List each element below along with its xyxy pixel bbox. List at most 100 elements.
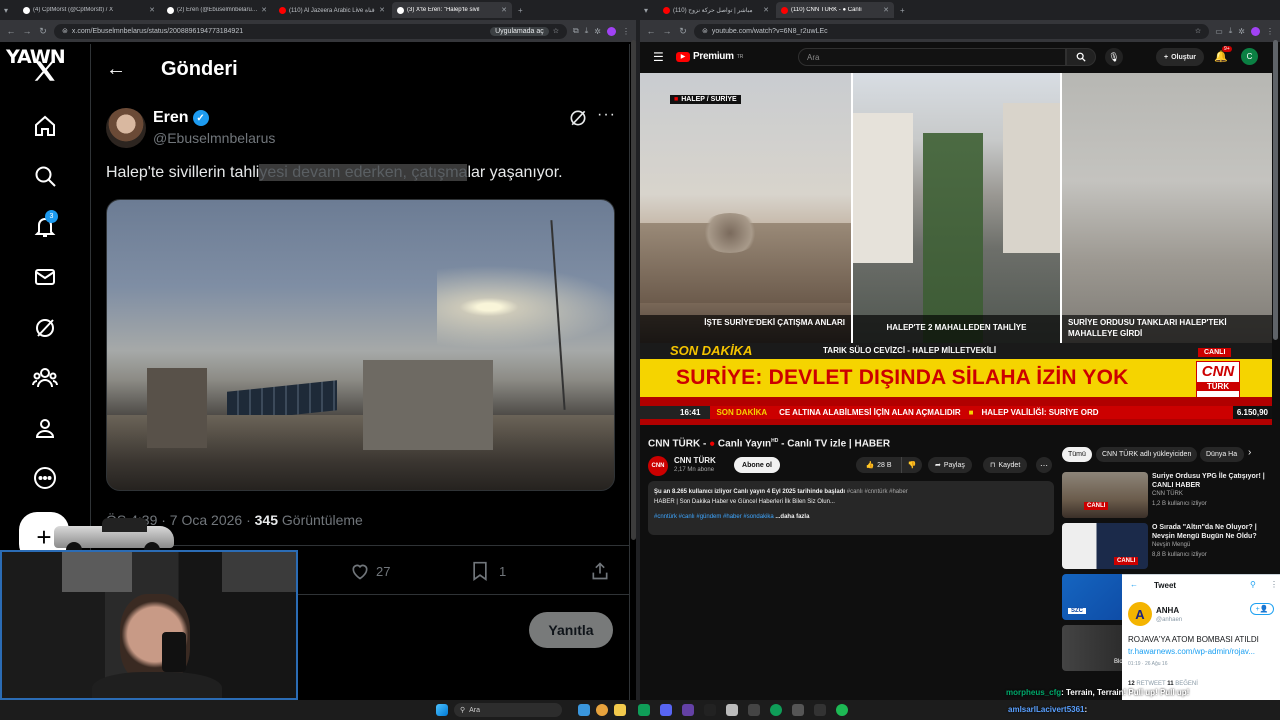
home-icon[interactable] [30,111,60,141]
search-icon[interactable] [30,161,60,191]
tweet-link[interactable]: tr.hawarnews.com/wp-admin/rojav... [1128,647,1255,656]
follow-button[interactable]: +👤 [1250,603,1274,615]
voice-search-icon[interactable]: 🎙 [1105,48,1123,66]
subscribe-button[interactable]: Abone ol [734,457,780,473]
more-options-icon[interactable]: ⋮ [1270,580,1278,589]
dislike-button[interactable]: 👎 [902,457,922,473]
download-icon[interactable]: ⤓ [585,26,589,36]
tab-search-icon[interactable]: ▾ [644,6,656,15]
reload-icon[interactable]: ↻ [678,26,688,37]
chip-all[interactable]: Tümü [1062,447,1092,462]
right-scrollbar[interactable] [1273,40,1278,340]
tab-search-icon[interactable]: ▾ [4,6,16,15]
start-windows-icon[interactable] [436,704,448,716]
new-tab-icon[interactable]: + [518,6,523,15]
close-icon[interactable]: ✕ [261,6,267,14]
spotify-icon[interactable] [836,704,848,716]
description-box[interactable]: Şu an 8.265 kullanıcı izliyor Canlı yayı… [648,481,1054,535]
chrome-alt-icon[interactable] [770,704,782,716]
forward-icon[interactable]: → [22,26,32,36]
close-icon[interactable]: ✕ [501,6,507,14]
show-more-link[interactable]: ...daha fazla [775,514,809,520]
close-icon[interactable]: ✕ [379,6,385,14]
cast-icon[interactable]: ▭ [1215,27,1223,36]
puzzle-icon[interactable]: ✲ [1238,27,1245,36]
tab-cnn-turk[interactable]: (110) CNN TÜRK - ● Canlı ✕ [776,2,894,18]
bookmark-button[interactable]: 1 [471,561,506,581]
download-icon[interactable]: ⤓ [1229,26,1233,36]
like-button[interactable]: 👍 28 B [856,457,902,473]
site-info-icon[interactable]: ⊜ [702,27,708,35]
tweet-video[interactable] [106,199,615,491]
author-name[interactable]: Eren [153,109,189,127]
more-circle-icon[interactable] [30,463,60,493]
recommendation-item[interactable]: CANLI O Sırada "Altın"da Ne Oluyor? | Ne… [1062,523,1280,571]
youtube-premium-logo[interactable]: ▶ Premium TR [676,51,743,62]
star-icon[interactable]: ☆ [1195,27,1201,35]
search-icon[interactable]: ⚲ [1250,580,1256,589]
x-logo-icon[interactable] [30,56,60,86]
chip-world-news[interactable]: Dünya Ha [1200,447,1244,462]
url-field[interactable]: ⊜ x.com/Ebuselmnbelarus/status/2008896194… [54,23,568,39]
back-icon[interactable]: ← [6,26,16,36]
site-info-icon[interactable]: ⊜ [62,27,68,35]
taskbar-search[interactable]: ⚲ Ara [454,703,562,717]
author-handle[interactable]: @Ebuselmnbelarus [153,130,275,146]
chevron-right-icon[interactable]: › [1248,447,1251,458]
tab-aljazeera[interactable]: (110) Al Jazeera Arabic Live قناة ✕ [274,2,390,18]
task-view-icon[interactable] [578,704,590,716]
tab-eren-post[interactable]: (3) X'te Eren: "Halep'te sivil ✕ [392,2,512,18]
profile-icon[interactable] [30,413,60,443]
extensions-icon[interactable]: ⧉ [573,26,579,36]
app-icon[interactable] [726,704,738,716]
recommendation-item[interactable]: CANLI Suriye Ordusu YPG İle Çatışıyor! |… [1062,472,1280,520]
app-icon[interactable] [748,704,760,716]
menu-icon[interactable]: ⋮ [622,27,630,36]
author-avatar[interactable] [106,108,146,148]
account-avatar[interactable]: C [1241,48,1258,65]
close-icon[interactable]: ✕ [149,6,155,14]
like-button[interactable]: 27 [350,561,390,581]
search-button[interactable] [1066,48,1096,66]
app-icon[interactable] [638,704,650,716]
star-icon[interactable]: ☆ [553,27,559,35]
tab-aljazeera-live[interactable]: (110) مباشر | تواصل حركة نزوح ✕ [658,2,774,18]
new-tab-icon[interactable]: + [900,6,905,15]
tab-cptmorst[interactable]: (4) CptMorst (@CptMorstt) / X ✕ [18,2,160,18]
share-button[interactable]: ➦ Paylaş [928,457,972,473]
tab-eren-profile[interactable]: (2) Eren (@Ebuselmnbelarus) / X ✕ [162,2,272,18]
more-actions-icon[interactable]: ⋯ [1036,457,1052,473]
share-button[interactable] [590,561,610,586]
anha-avatar[interactable]: A [1128,602,1152,626]
more-options-icon[interactable]: ··· [597,106,616,124]
back-arrow-icon[interactable]: ← [106,58,126,81]
save-button[interactable]: ⊓ Kaydet [983,457,1028,473]
back-arrow-icon[interactable]: ← [1130,580,1138,589]
search-input[interactable]: Ara [798,48,1066,66]
forward-icon[interactable]: → [662,26,672,36]
discord-icon[interactable] [660,704,672,716]
close-icon[interactable]: ✕ [883,6,889,14]
reply-button[interactable]: Yanıtla [529,612,613,648]
communities-icon[interactable] [30,363,60,393]
create-button[interactable]: + Oluştur [1156,48,1204,66]
grok-icon[interactable] [30,313,60,343]
twitch-icon[interactable] [682,704,694,716]
grok-explain-icon[interactable] [568,108,588,133]
obs-icon[interactable] [814,704,826,716]
menu-icon[interactable]: ⋮ [1266,27,1274,36]
puzzle-icon[interactable]: ✲ [594,27,601,36]
profile-avatar[interactable] [1251,26,1260,36]
messages-envelope-icon[interactable] [30,262,60,292]
app-icon[interactable] [792,704,804,716]
author-name-row[interactable]: Eren ✓ [153,109,209,127]
chip-from-channel[interactable]: CNN TÜRK adlı yükleyiciden [1096,447,1198,462]
channel-name[interactable]: CNN TÜRK [674,456,716,465]
back-icon[interactable]: ← [646,26,656,36]
open-in-app-chip[interactable]: Uygulamada aç [490,26,549,36]
chrome-icon[interactable] [596,704,608,716]
close-icon[interactable]: ✕ [763,6,769,14]
url-field[interactable]: ⊜ youtube.com/watch?v=6N8_r2uwLEc ☆ [694,23,1210,39]
file-explorer-icon[interactable] [614,704,626,716]
hamburger-menu-icon[interactable]: ☰ [653,50,664,64]
